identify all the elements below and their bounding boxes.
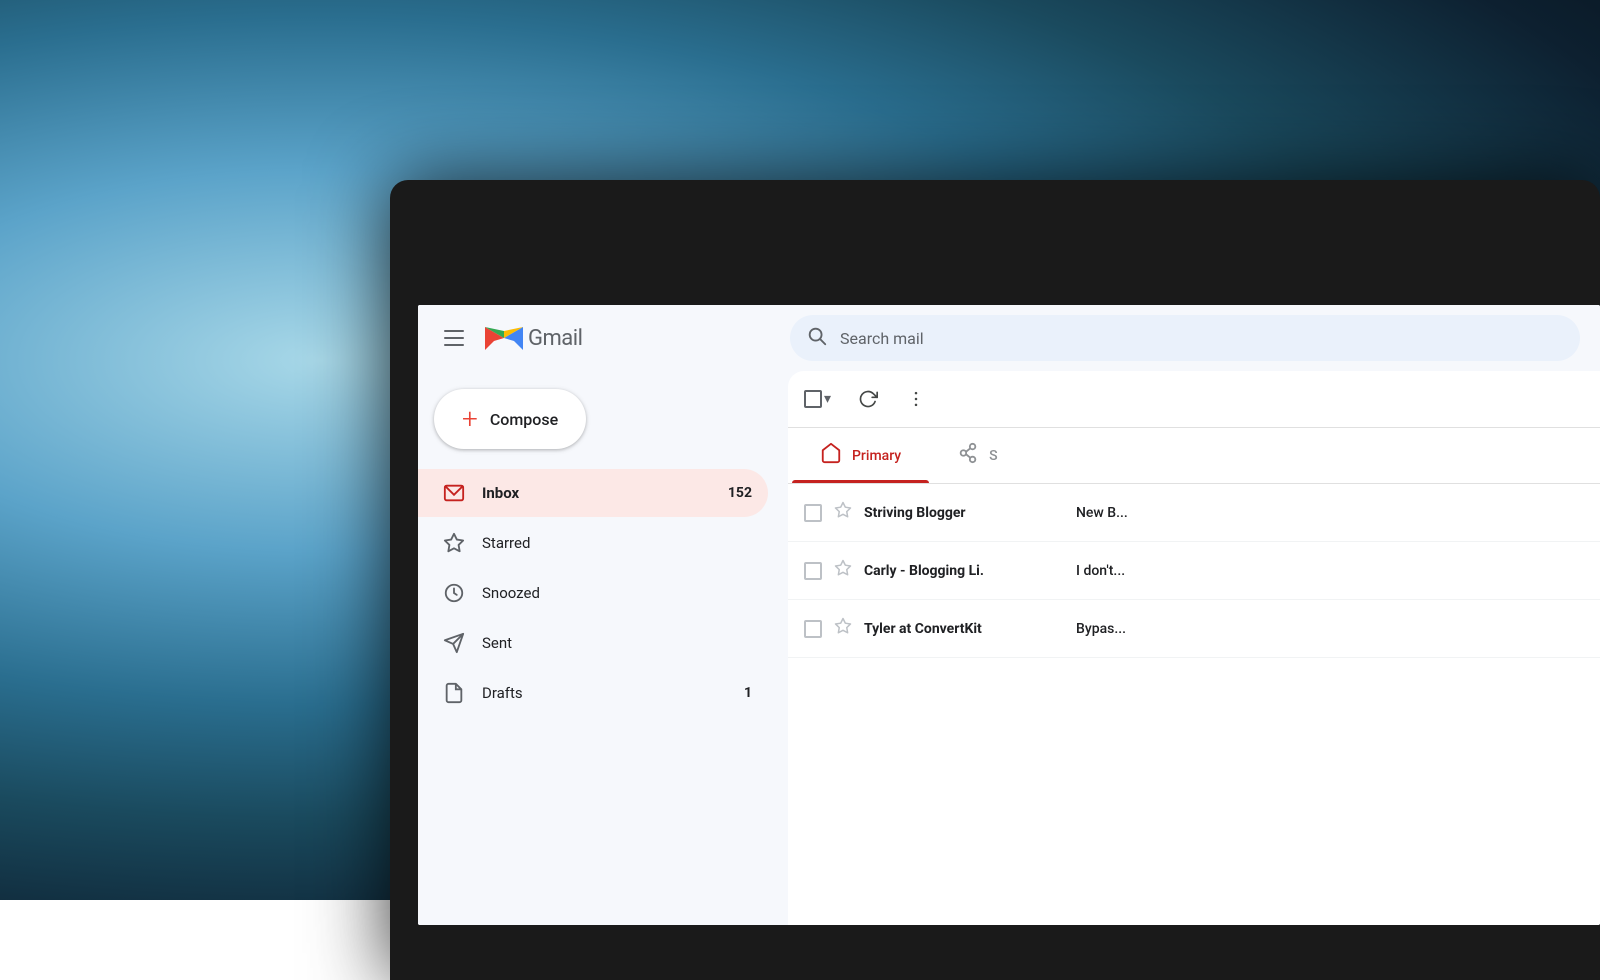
sent-label: Sent — [482, 634, 752, 652]
sent-icon — [442, 632, 466, 654]
starred-label: Starred — [482, 534, 752, 552]
select-dropdown-icon: ▾ — [824, 391, 831, 407]
email-star-3[interactable] — [834, 617, 852, 640]
refresh-icon — [858, 389, 878, 409]
email-subject-2: I don't... — [1076, 563, 1125, 579]
top-bar: Gmail Search mail — [418, 305, 1600, 371]
inbox-icon — [442, 482, 466, 504]
gmail-wordmark: Gmail — [528, 326, 582, 351]
compose-label: Compose — [490, 410, 558, 429]
email-row[interactable]: Carly - Blogging Li. I don't... — [788, 542, 1600, 600]
email-area: ▾ — [788, 371, 1600, 925]
email-row[interactable]: Tyler at ConvertKit Bypas... — [788, 600, 1600, 658]
primary-tab-icon — [820, 442, 842, 469]
email-sender-1: Striving Blogger — [864, 505, 1064, 521]
search-placeholder-text: Search mail — [840, 329, 924, 348]
refresh-button[interactable] — [848, 379, 888, 419]
sidebar-item-inbox[interactable]: Inbox 152 — [418, 469, 768, 517]
email-sender-3: Tyler at ConvertKit — [864, 621, 1064, 637]
gmail-m-icon — [484, 323, 524, 353]
email-subject-1: New B... — [1076, 505, 1128, 521]
gmail-screen: Gmail Search mail + Compose — [418, 305, 1600, 925]
tab-primary[interactable]: Primary — [792, 428, 929, 483]
email-snippet-2: I don't... — [1076, 563, 1584, 579]
email-star-2[interactable] — [834, 559, 852, 582]
snoozed-icon — [442, 582, 466, 604]
drafts-icon — [442, 682, 466, 704]
menu-button[interactable] — [434, 318, 474, 358]
more-vertical-icon — [906, 389, 926, 409]
compose-plus-icon: + — [462, 405, 478, 433]
sidebar: + Compose Inbox 152 — [418, 371, 788, 925]
sidebar-item-snoozed[interactable]: Snoozed — [418, 569, 768, 617]
email-subject-3: Bypas... — [1076, 621, 1126, 637]
email-checkbox-1[interactable] — [804, 504, 822, 522]
checkbox-square — [804, 390, 822, 408]
email-star-1[interactable] — [834, 501, 852, 524]
email-list: Striving Blogger New B... Carly - Bloggi… — [788, 484, 1600, 925]
social-tab-icon — [957, 442, 979, 469]
email-snippet-3: Bypas... — [1076, 621, 1584, 637]
social-tab-label: S — [989, 448, 997, 464]
snoozed-label: Snoozed — [482, 584, 752, 602]
primary-tab-label: Primary — [852, 448, 901, 464]
select-all-checkbox[interactable]: ▾ — [804, 381, 840, 417]
inbox-badge: 152 — [728, 485, 752, 501]
compose-button[interactable]: + Compose — [434, 389, 586, 449]
email-checkbox-3[interactable] — [804, 620, 822, 638]
main-content: + Compose Inbox 152 — [418, 371, 1600, 925]
search-icon — [806, 325, 828, 352]
drafts-badge: 1 — [744, 685, 752, 701]
search-bar[interactable]: Search mail — [790, 315, 1580, 361]
sidebar-item-starred[interactable]: Starred — [418, 519, 768, 567]
email-snippet-1: New B... — [1076, 505, 1584, 521]
tabs-row: Primary S — [788, 428, 1600, 484]
email-sender-2: Carly - Blogging Li. — [864, 563, 1064, 579]
inbox-label: Inbox — [482, 484, 712, 502]
email-row[interactable]: Striving Blogger New B... — [788, 484, 1600, 542]
email-toolbar: ▾ — [788, 371, 1600, 428]
gmail-logo: Gmail — [484, 323, 582, 353]
more-options-button[interactable] — [896, 379, 936, 419]
tab-social[interactable]: S — [929, 428, 1025, 483]
sidebar-item-drafts[interactable]: Drafts 1 — [418, 669, 768, 717]
email-checkbox-2[interactable] — [804, 562, 822, 580]
drafts-label: Drafts — [482, 684, 728, 702]
logo-area: Gmail — [434, 318, 774, 358]
starred-icon — [442, 532, 466, 554]
sidebar-item-sent[interactable]: Sent — [418, 619, 768, 667]
hamburger-icon — [444, 330, 464, 346]
